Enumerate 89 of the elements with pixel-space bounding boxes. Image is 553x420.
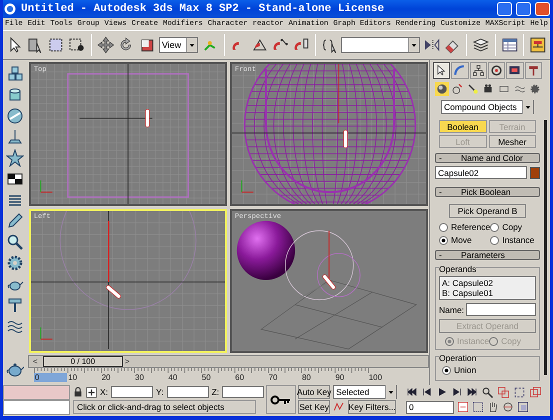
close-button[interactable]	[535, 2, 550, 16]
go-to-start-icon[interactable]	[406, 386, 418, 398]
maximize-viewport-icon[interactable]	[517, 401, 529, 413]
reference-coordinate-dropdown[interactable]: View	[158, 37, 198, 53]
pencil-icon[interactable]	[6, 212, 24, 230]
caret-icon	[385, 385, 396, 399]
group-label: Operands	[439, 264, 476, 274]
radio-option[interactable]: Instance	[490, 235, 536, 245]
lock-icon[interactable]	[73, 386, 83, 398]
x-field[interactable]	[111, 386, 154, 398]
previous-frame-icon[interactable]	[421, 386, 433, 398]
radio-option[interactable]: Reference	[439, 222, 490, 232]
radio-icon	[489, 336, 498, 346]
rollout-header[interactable]: - Name and Color	[435, 153, 540, 163]
gear-icon[interactable]	[6, 254, 24, 272]
maximize-button[interactable]	[516, 2, 531, 16]
rollout-header[interactable]: - Parameters	[435, 250, 540, 260]
frame-number: 80	[300, 373, 312, 382]
schematic-icon[interactable]	[529, 35, 548, 55]
window-title: Untitled - Autodesk 3ds Max 8 SP2 - Stand-alone License	[21, 3, 386, 15]
list-item[interactable]: B: Capsule01	[442, 288, 533, 298]
script-output-field[interactable]	[3, 400, 70, 415]
radio-option[interactable]: Copy	[490, 222, 536, 232]
frame-number: 50	[200, 373, 212, 382]
set-key-button[interactable]: Set Key	[298, 400, 330, 414]
lamp-icon[interactable]	[6, 128, 24, 146]
play-icon[interactable]	[436, 386, 448, 398]
object-type-button[interactable]: Mesher	[488, 135, 536, 148]
time-config-icon[interactable]	[457, 401, 469, 413]
field-label: Name:	[439, 304, 464, 314]
group-label: Operation	[439, 353, 476, 363]
radio-option[interactable]: Union	[439, 363, 536, 377]
field-label: X:	[100, 387, 108, 397]
current-frame-field[interactable]: 0	[406, 400, 454, 414]
radio-icon	[445, 336, 454, 346]
frame-number: 10	[67, 373, 78, 382]
selection-set-dropdown[interactable]	[341, 37, 420, 53]
minimize-button[interactable]	[497, 2, 512, 16]
field-label: Y:	[156, 387, 164, 397]
frame-number: 100	[368, 373, 382, 382]
next-frame-icon[interactable]	[451, 386, 463, 398]
radio-icon	[442, 366, 451, 374]
hand-icon[interactable]	[487, 401, 499, 413]
scroll-bar[interactable]	[544, 120, 547, 375]
app-logo-icon	[3, 2, 17, 16]
frame-number: 60	[234, 373, 246, 382]
time-slider[interactable]: < 0 / 100 >	[28, 355, 429, 368]
object-type-button[interactable]: Boolean	[439, 120, 486, 133]
operand-name-field[interactable]	[466, 303, 536, 316]
key-mode-dropdown[interactable]: Selected	[333, 385, 398, 399]
key-filters-button[interactable]: Key Filters...	[348, 400, 396, 414]
star-icon[interactable]	[6, 149, 24, 167]
frame-number: 70	[268, 373, 278, 382]
absolute-mode-icon[interactable]	[86, 386, 97, 398]
y-field[interactable]	[166, 386, 209, 398]
category-dropdown[interactable]: Compound Objects	[441, 100, 534, 114]
orbit-icon[interactable]	[502, 401, 514, 413]
zoom-extents-all-icon[interactable]	[529, 386, 542, 398]
script-listener-field[interactable]	[3, 385, 70, 400]
caret-icon	[186, 38, 198, 52]
zoom-extents-icon[interactable]	[513, 386, 526, 398]
hammer-icon[interactable]	[6, 296, 24, 314]
object-name-field[interactable]: Capsule02	[435, 166, 527, 179]
frame-number: 90	[334, 373, 346, 382]
key-icon	[270, 394, 292, 406]
frame-number: 40	[167, 373, 178, 382]
pick-operand-button[interactable]: Pick Operand B	[449, 204, 526, 218]
z-field[interactable]	[222, 386, 264, 398]
magnifier-icon[interactable]	[6, 233, 24, 251]
region-zoom-icon[interactable]	[472, 401, 484, 413]
zoom-icon[interactable]	[481, 386, 494, 398]
operands-list[interactable]: A: Capsule02 B: Capsule01	[439, 276, 536, 300]
key-curve-icon[interactable]	[333, 401, 346, 413]
radio-option[interactable]: Move	[439, 235, 490, 245]
move-icon[interactable]	[96, 35, 114, 55]
rollout-header[interactable]: - Pick Boolean	[435, 187, 540, 197]
auto-key-button[interactable]: Auto Key	[298, 385, 330, 399]
object-color-swatch[interactable]	[530, 166, 540, 178]
field-label: Z:	[212, 387, 220, 397]
frame-number: 0	[34, 373, 68, 382]
cubes-icon[interactable]	[6, 65, 24, 83]
key-mode-button[interactable]	[266, 385, 296, 414]
sphere-icon[interactable]	[6, 107, 24, 125]
status-prompt: Click or click-and-drag to select objects	[73, 400, 256, 414]
caret-icon	[408, 38, 419, 52]
frame-number: 20	[100, 373, 112, 382]
list-item[interactable]: A: Capsule02	[442, 278, 533, 288]
frame-number: 30	[134, 373, 145, 382]
go-to-end-icon[interactable]	[466, 386, 478, 398]
